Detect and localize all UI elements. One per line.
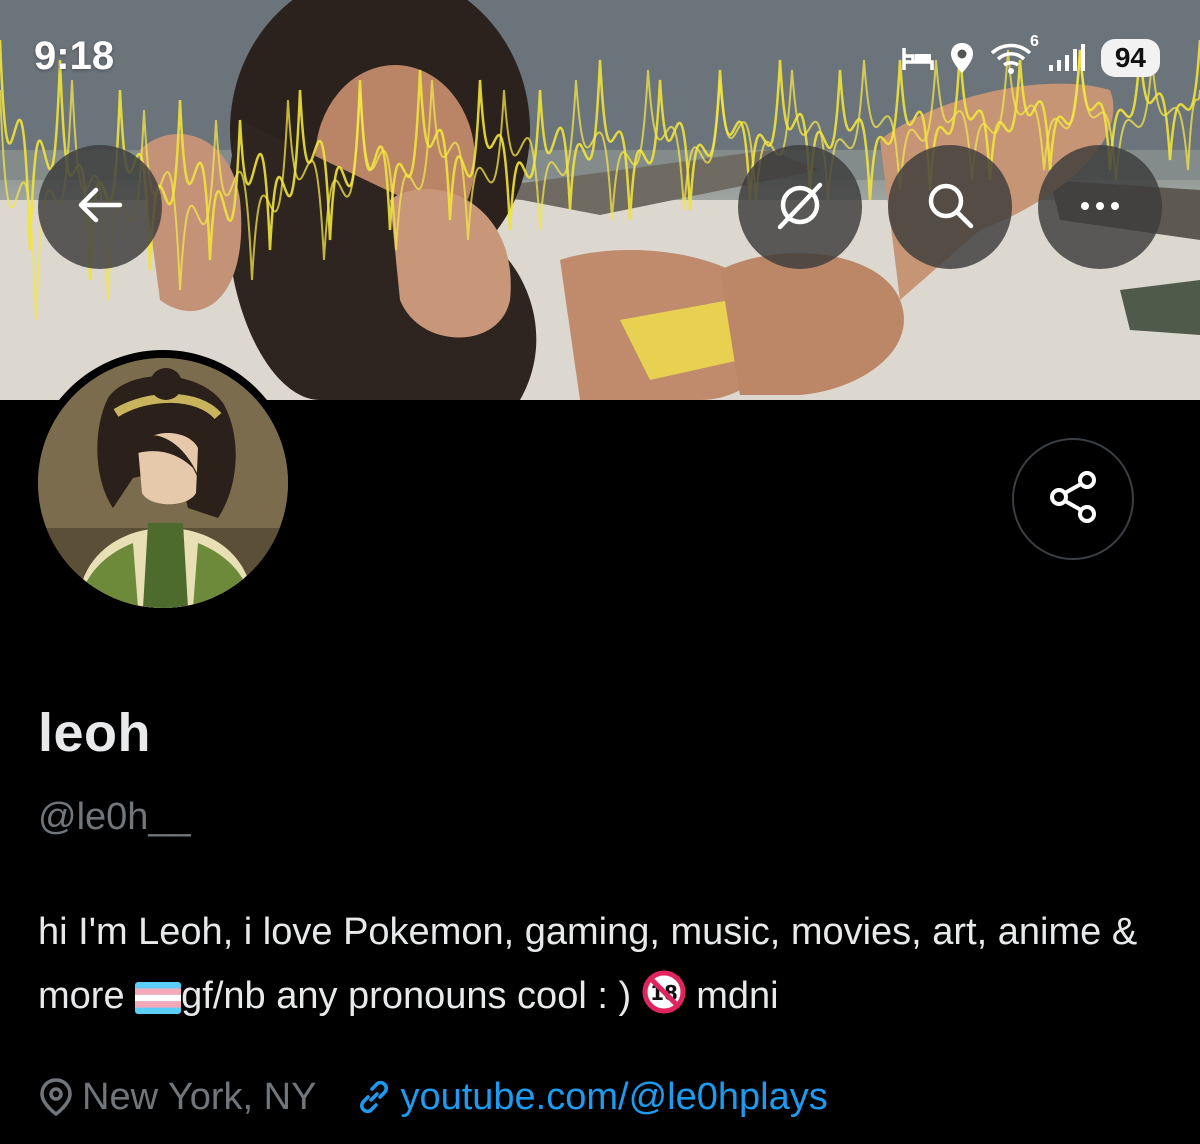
search-button[interactable]	[888, 145, 1012, 269]
profile-website-link[interactable]: youtube.com/@le0hplays	[356, 1075, 828, 1119]
wifi-icon: 6	[989, 33, 1039, 75]
website-text: youtube.com/@le0hplays	[400, 1075, 828, 1118]
network-generation: 6	[1029, 33, 1039, 50]
grok-button[interactable]	[738, 145, 862, 269]
user-handle: @le0h__	[38, 796, 191, 838]
battery-icon: 94	[1100, 39, 1160, 77]
status-icons: 6 94	[901, 33, 1160, 80]
more-icon	[1080, 198, 1120, 216]
more-button[interactable]	[1038, 145, 1162, 269]
location-text: New York, NY	[82, 1075, 317, 1118]
back-arrow-icon	[76, 185, 124, 230]
grok-icon	[774, 179, 826, 236]
search-icon	[924, 179, 976, 236]
bio-text-part3: mdni	[685, 975, 779, 1017]
share-icon	[1047, 470, 1099, 529]
profile-banner[interactable]: 9:18 6 94	[0, 0, 1200, 400]
location-icon	[949, 41, 975, 75]
avatar-image	[38, 358, 288, 608]
back-button[interactable]	[38, 145, 162, 269]
link-icon	[356, 1079, 400, 1115]
profile-meta: New York, NY youtube.com/@le0hplays	[38, 1072, 828, 1122]
profile-avatar[interactable]	[30, 350, 296, 616]
signal-icon	[1047, 43, 1087, 73]
transgender-flag-emoji	[135, 970, 182, 1034]
display-name: leoh	[38, 703, 152, 763]
location-pin-icon	[38, 1077, 82, 1117]
bio-text-part2: gf/nb any pronouns cool : )	[181, 975, 642, 1017]
share-button[interactable]	[1012, 438, 1134, 560]
profile-bio: hi I'm Leoh, i love Pokemon, gaming, mus…	[38, 900, 1168, 1034]
no-one-under-eighteen-emoji: 18	[642, 970, 686, 1034]
sleep-mode-icon	[901, 44, 935, 72]
status-time: 9:18	[34, 34, 115, 78]
status-bar: 9:18 6 94	[0, 0, 1200, 110]
profile-location: New York, NY	[38, 1076, 316, 1119]
